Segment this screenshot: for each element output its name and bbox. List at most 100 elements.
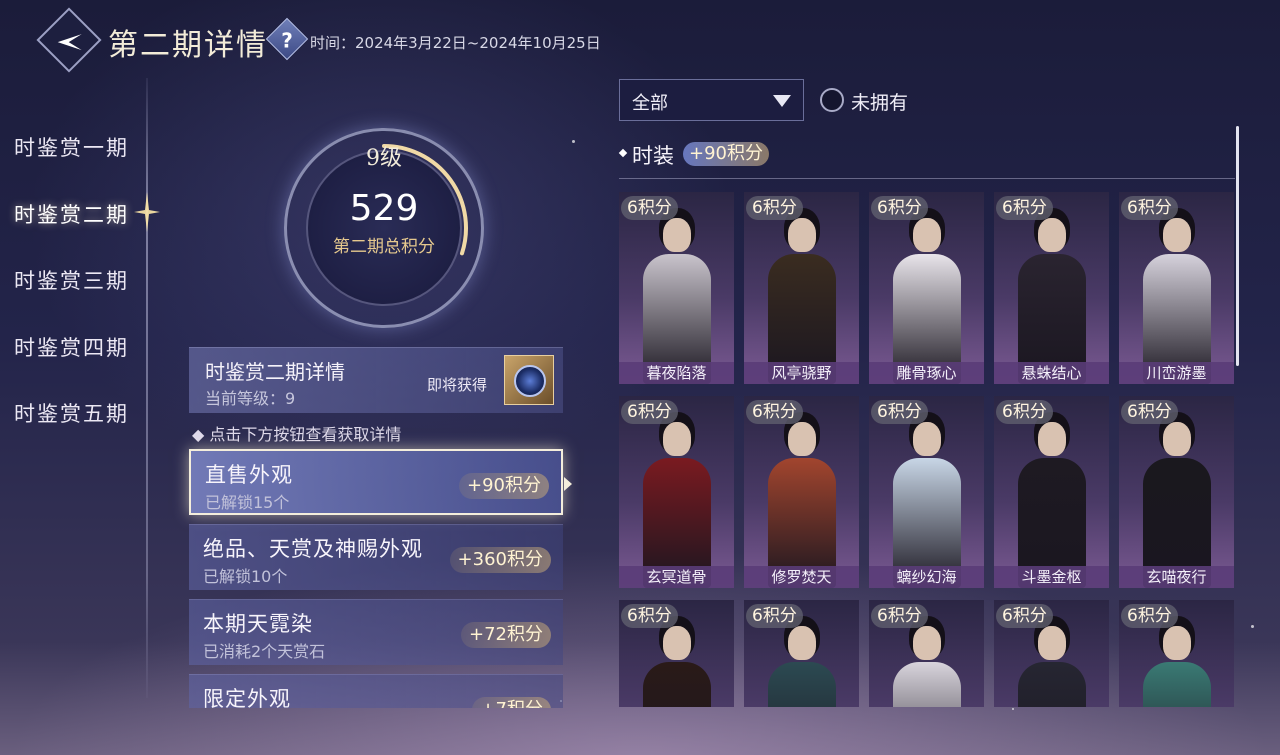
outfit-card[interactable]: 6积分	[744, 600, 859, 707]
outfit-card[interactable]: 6积分玄喵夜行	[1119, 396, 1234, 588]
source-button-limited[interactable]: 限定外观 +7积分	[189, 674, 563, 708]
section-points: +90积分	[683, 142, 769, 166]
outfit-card[interactable]: 6积分玄冥道骨	[619, 396, 734, 588]
active-star-icon	[134, 192, 160, 232]
section-bullet-icon	[618, 148, 628, 158]
outfit-card[interactable]: 6积分	[619, 600, 734, 707]
hint-text: ◆ 点击下方按钮查看获取详情	[192, 425, 402, 444]
back-button[interactable]	[36, 7, 102, 73]
outfit-card[interactable]: 6积分螭纱幻海	[869, 396, 984, 588]
total-score-label: 第二期总积分	[333, 237, 435, 257]
outfit-points: 6积分	[621, 196, 678, 220]
outfit-card[interactable]: 6积分雕骨琢心	[869, 192, 984, 384]
scrollbar[interactable]	[1236, 126, 1239, 366]
outfit-points: 6积分	[621, 400, 678, 424]
outfit-points: 6积分	[1121, 196, 1178, 220]
outfit-points: 6积分	[996, 196, 1053, 220]
outfit-figure-image	[893, 618, 961, 707]
outfit-points: 6积分	[746, 196, 803, 220]
outfit-card[interactable]: 6积分风亭骁野	[744, 192, 859, 384]
outfit-figure-image	[768, 210, 836, 384]
outfit-points: 6积分	[746, 400, 803, 424]
unowned-radio[interactable]	[820, 88, 844, 112]
nav-item-period-1[interactable]: 时鉴赏一期	[14, 132, 129, 162]
outfit-points: 6积分	[1121, 604, 1178, 628]
level-text: 9级	[366, 146, 402, 171]
page-title: 第二期详情	[108, 28, 268, 63]
outfit-card[interactable]: 6积分 川峦游墨	[1119, 192, 1234, 384]
source-points: +90积分	[459, 473, 549, 499]
source-sub: 已消耗2个天赏石	[203, 642, 326, 661]
source-title: 本期天霓染	[203, 612, 313, 636]
outfit-figure-image	[893, 210, 961, 384]
active-arrow-icon	[564, 477, 572, 491]
source-points: +360积分	[449, 547, 551, 573]
outfit-figure-image	[1018, 414, 1086, 588]
outfit-figure-image	[1018, 618, 1086, 707]
outfit-card[interactable]: 6积分悬蛛结心	[994, 192, 1109, 384]
caret-down-icon	[773, 95, 791, 107]
nav-item-period-4[interactable]: 时鉴赏四期	[14, 332, 129, 362]
outfit-figure-image	[1143, 618, 1211, 707]
help-button[interactable]: ?	[265, 17, 309, 61]
outfit-points: 6积分	[871, 400, 928, 424]
period-time: 时间：2024年3月22日~2024年10月25日	[310, 34, 601, 52]
outfit-figure-image	[643, 210, 711, 384]
outfit-points: 6积分	[746, 604, 803, 628]
unowned-label[interactable]: 未拥有	[851, 88, 908, 115]
outfit-figure-image	[893, 414, 961, 588]
outfit-name: 悬蛛结心	[994, 362, 1109, 384]
total-score: 529	[349, 188, 419, 229]
outfit-name: 修罗焚天	[744, 566, 859, 588]
outfit-points: 6积分	[1121, 400, 1178, 424]
reward-item-icon[interactable]	[504, 355, 554, 405]
outfit-figure-image	[1018, 210, 1086, 384]
outfit-figure-image	[643, 618, 711, 707]
soon-label: 即将获得	[427, 376, 488, 394]
nav-item-period-3[interactable]: 时鉴赏三期	[14, 265, 129, 295]
section-divider	[619, 178, 1235, 179]
outfit-name: 螭纱幻海	[869, 566, 984, 588]
outfit-name: 玄冥道骨	[619, 566, 734, 588]
nav-item-period-5[interactable]: 时鉴赏五期	[14, 398, 129, 428]
outfit-card[interactable]: 6积分	[1119, 600, 1234, 707]
category-select[interactable]: 全部	[619, 79, 804, 121]
source-points: +72积分	[461, 622, 551, 648]
outfit-name: 暮夜陷落	[619, 362, 734, 384]
outfit-name: 风亭骁野	[744, 362, 859, 384]
outfit-card[interactable]: 6积分修罗焚天	[744, 396, 859, 588]
nav-item-period-2[interactable]: 时鉴赏二期	[14, 199, 129, 229]
outfit-name: 玄喵夜行	[1119, 566, 1234, 588]
star-dust	[572, 140, 575, 143]
outfit-card[interactable]: 6积分暮夜陷落	[619, 192, 734, 384]
outfit-card[interactable]: 6积分	[869, 600, 984, 707]
source-sub: 已解锁10个	[203, 567, 288, 586]
source-sub: 已解锁15个	[205, 493, 290, 512]
outfit-figure-image	[1143, 414, 1211, 588]
outfit-points: 6积分	[621, 604, 678, 628]
source-title: 限定外观	[203, 687, 291, 708]
question-icon: ?	[281, 28, 293, 53]
period-detail-card[interactable]: 时鉴赏二期详情 当前等级：9 即将获得	[189, 347, 563, 413]
outfit-name: 雕骨琢心	[869, 362, 984, 384]
outfit-figure-image	[1143, 210, 1211, 384]
source-title: 直售外观	[205, 463, 293, 487]
current-level: 当前等级：9	[205, 389, 296, 408]
source-button-direct-sale[interactable]: 直售外观 已解锁15个 +90积分	[189, 449, 563, 515]
source-button-premium[interactable]: 绝品、天赏及神赐外观 已解锁10个 +360积分	[189, 524, 563, 590]
outfit-figure-image	[643, 414, 711, 588]
section-title: 时装	[632, 144, 674, 168]
level-ring: 9级 529 第二期总积分	[284, 128, 484, 328]
source-button-dye[interactable]: 本期天霓染 已消耗2个天赏石 +72积分	[189, 599, 563, 665]
nav-divider	[146, 78, 148, 698]
outfit-figure-image	[768, 618, 836, 707]
detail-title: 时鉴赏二期详情	[205, 360, 345, 384]
outfit-points: 6积分	[871, 604, 928, 628]
star-dust	[1012, 708, 1014, 710]
outfit-card[interactable]: 6积分 斗墨金枢	[994, 396, 1109, 588]
outfit-card[interactable]: 6积分	[994, 600, 1109, 707]
outfit-points: 6积分	[871, 196, 928, 220]
star-dust	[1251, 625, 1254, 628]
outfit-points: 6积分	[996, 400, 1053, 424]
source-title: 绝品、天赏及神赐外观	[203, 537, 423, 561]
